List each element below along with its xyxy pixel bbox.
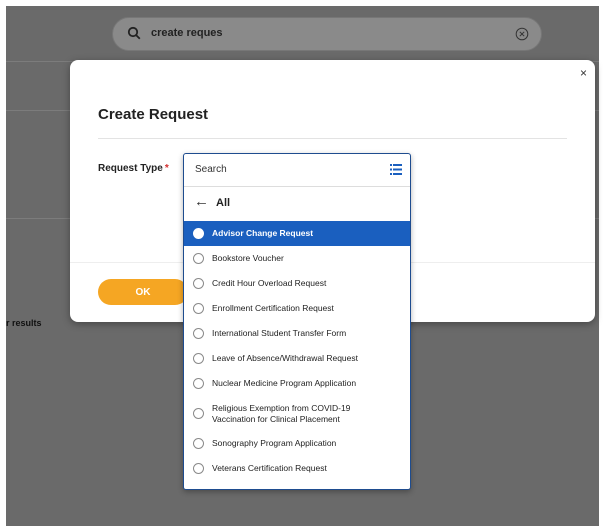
back-label: All: [216, 197, 231, 209]
option-bookstore-voucher[interactable]: Bookstore Voucher: [184, 246, 410, 271]
option-label: Sonography Program Application: [212, 438, 337, 449]
back-arrow-icon[interactable]: ←: [194, 194, 209, 209]
radio-icon[interactable]: [193, 438, 204, 449]
request-type-label: Request Type *: [98, 163, 169, 174]
option-advisor-change-request[interactable]: Advisor Change Request: [184, 221, 410, 246]
option-label: Leave of Absence/Withdrawal Request: [212, 353, 359, 364]
request-type-dropdown[interactable]: Search ← All Advisor Change Request Book…: [183, 153, 411, 490]
radio-icon[interactable]: [193, 378, 204, 389]
radio-icon[interactable]: [193, 463, 204, 474]
option-nuclear-medicine-application[interactable]: Nuclear Medicine Program Application: [184, 371, 410, 396]
screenshot-frame-bottom: [0, 526, 603, 531]
radio-icon[interactable]: [193, 278, 204, 289]
global-search-input[interactable]: create reques: [151, 27, 223, 39]
radio-icon[interactable]: [193, 353, 204, 364]
back-to-all[interactable]: ← All: [184, 187, 410, 220]
ok-button[interactable]: OK: [98, 279, 188, 305]
search-results-count: r results: [6, 318, 42, 328]
screenshot-frame-right: [599, 0, 603, 531]
global-search-bar[interactable]: create reques: [112, 17, 542, 51]
option-label: Veterans Certification Request: [212, 463, 327, 474]
search-icon: [127, 26, 141, 40]
radio-icon[interactable]: [193, 408, 204, 419]
option-credit-hour-overload[interactable]: Credit Hour Overload Request: [184, 271, 410, 296]
option-label: International Student Transfer Form: [212, 328, 347, 339]
option-international-student-transfer[interactable]: International Student Transfer Form: [184, 321, 410, 346]
required-indicator: *: [164, 163, 169, 174]
radio-icon[interactable]: [193, 303, 204, 314]
request-type-options: Advisor Change Request Bookstore Voucher…: [184, 221, 410, 481]
dropdown-search-field[interactable]: Search: [184, 154, 410, 187]
request-type-label-text: Request Type: [98, 163, 163, 174]
option-leave-of-absence[interactable]: Leave of Absence/Withdrawal Request: [184, 346, 410, 371]
title-divider: [98, 138, 567, 139]
list-icon[interactable]: [390, 164, 402, 175]
radio-selected-icon[interactable]: [193, 228, 204, 239]
dropdown-search-input[interactable]: Search: [195, 164, 227, 175]
option-label: Bookstore Voucher: [212, 253, 284, 264]
option-enrollment-certification[interactable]: Enrollment Certification Request: [184, 296, 410, 321]
clear-search-icon[interactable]: [515, 27, 529, 41]
option-sonography-application[interactable]: Sonography Program Application: [184, 431, 410, 456]
close-icon[interactable]: ×: [580, 66, 587, 80]
option-label: Advisor Change Request: [212, 228, 314, 239]
radio-icon[interactable]: [193, 328, 204, 339]
option-label: Nuclear Medicine Program Application: [212, 378, 357, 389]
option-label: Credit Hour Overload Request: [212, 278, 327, 289]
option-veterans-certification[interactable]: Veterans Certification Request: [184, 456, 410, 481]
option-label: Enrollment Certification Request: [212, 303, 334, 314]
radio-icon[interactable]: [193, 253, 204, 264]
dialog-title: Create Request: [98, 106, 209, 123]
option-label: Religious Exemption from COVID-19 Vaccin…: [212, 402, 351, 424]
option-religious-exemption[interactable]: Religious Exemption from COVID-19 Vaccin…: [184, 396, 410, 431]
